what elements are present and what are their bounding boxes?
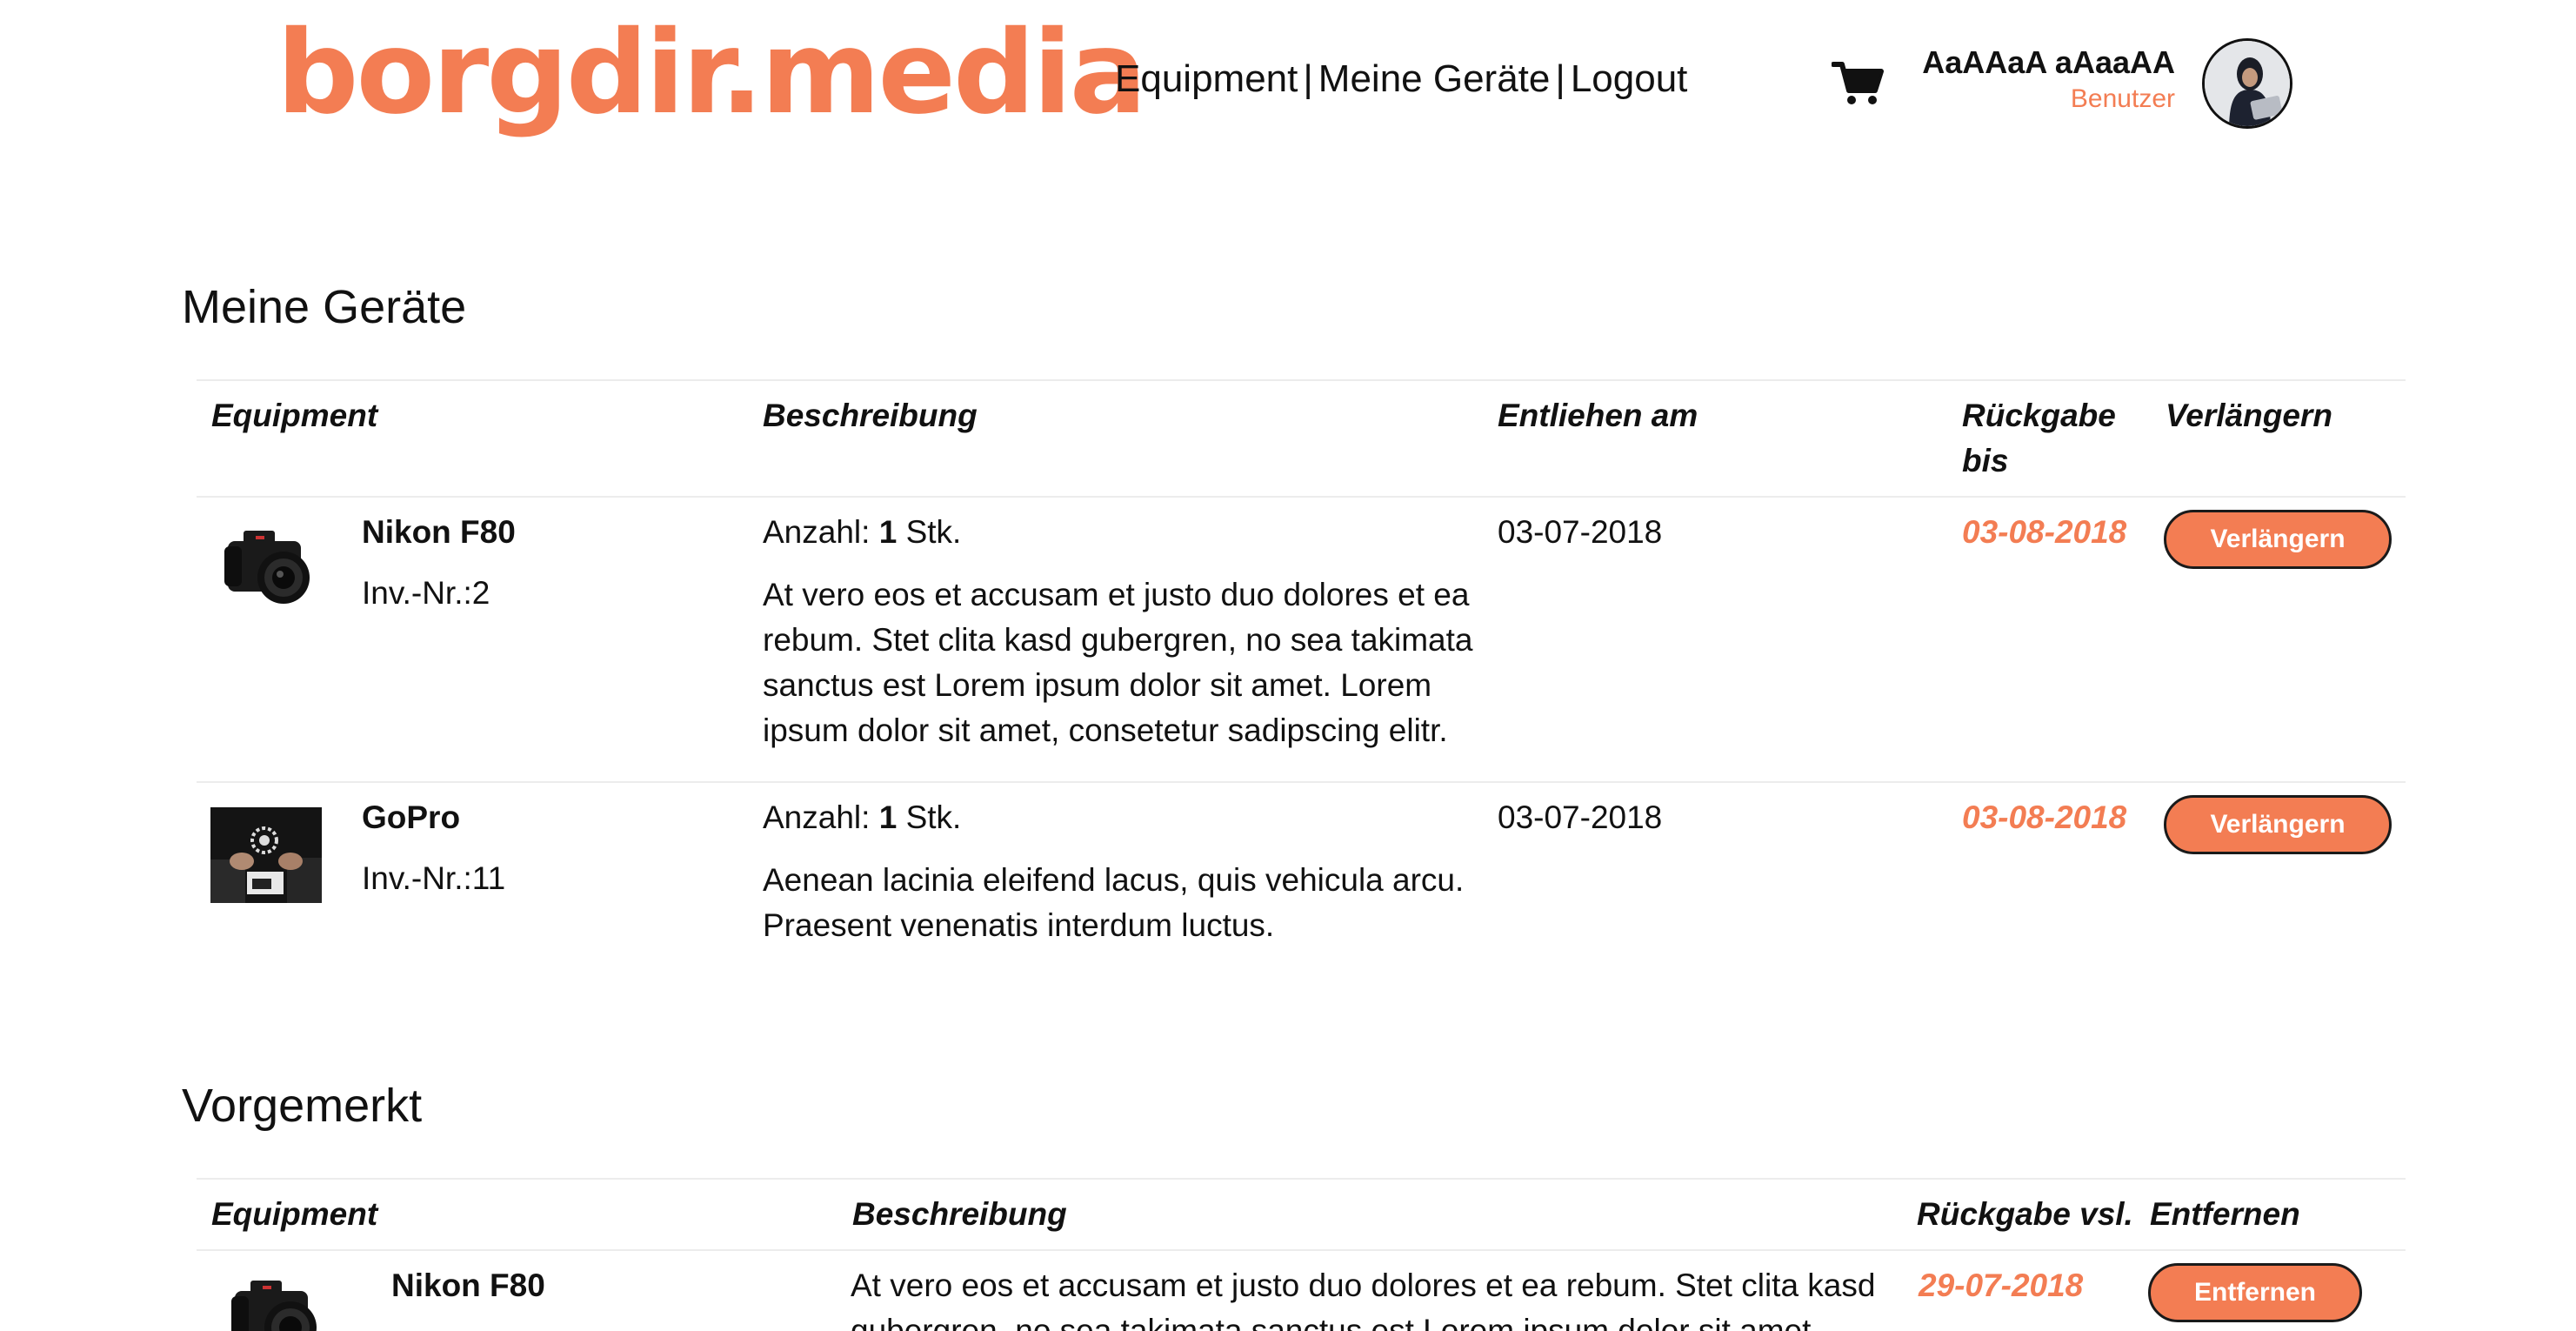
extend-button[interactable]: Verlängern bbox=[2164, 510, 2392, 569]
quantity-value: 1 bbox=[878, 514, 898, 550]
shopping-cart-icon[interactable] bbox=[1831, 61, 1884, 106]
description-line: ipsum dolor sit amet, consetetur sadipsc… bbox=[763, 712, 1448, 748]
quantity-label: Anzahl: bbox=[763, 514, 871, 550]
main-nav: Equipment | Meine Geräte | Logout bbox=[1115, 57, 1687, 101]
description-line: sanctus est Lorem ipsum dolor sit amet. … bbox=[763, 667, 1432, 703]
user-role: Benutzer bbox=[2070, 84, 2175, 113]
column-header-equipment: Equipment bbox=[211, 398, 378, 433]
equipment-image-nikon-camera bbox=[212, 520, 320, 618]
table-divider bbox=[197, 781, 2406, 783]
column-header-entfernen: Entfernen bbox=[2150, 1196, 2300, 1232]
remove-button[interactable]: Entfernen bbox=[2148, 1263, 2362, 1322]
table-divider bbox=[197, 379, 2406, 381]
nav-separator: | bbox=[1555, 57, 1565, 100]
equipment-name[interactable]: Nikon F80 bbox=[362, 510, 516, 555]
quantity-unit: Stk. bbox=[905, 799, 962, 835]
equipment-quantity: Anzahl: 1 Stk. bbox=[763, 510, 961, 555]
equipment-inventory-number: Inv.-Nr.:2 bbox=[362, 575, 491, 611]
equipment-description: At vero eos et accusam et justo duo dolo… bbox=[851, 1263, 1875, 1331]
column-header-beschreibung: Beschreibung bbox=[763, 398, 978, 433]
equipment-image-gopro bbox=[210, 807, 322, 903]
description-line: At vero eos et accusam et justo duo dolo… bbox=[763, 577, 1470, 612]
section-title-vorgemerkt: Vorgemerkt bbox=[182, 1080, 423, 1132]
return-date: 03-08-2018 bbox=[1962, 514, 2127, 550]
nav-link-meine-geraete[interactable]: Meine Geräte bbox=[1318, 57, 1551, 100]
equipment-description: At vero eos et accusam et justo duo dolo… bbox=[763, 572, 1473, 753]
borrowed-date: 03-07-2018 bbox=[1498, 514, 1663, 550]
table-divider bbox=[197, 1249, 2406, 1251]
section-title-meine-geraete: Meine Geräte bbox=[182, 281, 467, 333]
column-header-equipment: Equipment bbox=[211, 1196, 378, 1232]
table-divider bbox=[197, 1178, 2406, 1180]
column-header-entliehen-am: Entliehen am bbox=[1498, 398, 1698, 433]
expected-return-date: 29-07-2018 bbox=[1919, 1267, 2084, 1303]
description-line: At vero eos et accusam et justo duo dolo… bbox=[851, 1267, 1876, 1303]
quantity-label: Anzahl: bbox=[763, 799, 871, 835]
description-line: Aenean lacinia eleifend lacus, quis vehi… bbox=[763, 862, 1465, 898]
table-divider bbox=[197, 496, 2406, 498]
description-line: Praesent venenatis interdum luctus. bbox=[763, 907, 1275, 943]
equipment-quantity: Anzahl: 1 Stk. bbox=[763, 795, 961, 840]
column-header-rueckgabe-line1: Rückgabe bbox=[1962, 398, 2116, 433]
user-info: AaAAaA aAaaAA Benutzer bbox=[1922, 43, 2175, 117]
quantity-value: 1 bbox=[878, 799, 898, 835]
column-header-rueckgabe-bis: Rückgabe bis bbox=[1962, 393, 2116, 484]
description-line: rebum. Stet clita kasd gubergren, no sea… bbox=[763, 622, 1473, 658]
equipment-name[interactable]: GoPro bbox=[362, 795, 460, 840]
equipment-image-nikon-camera bbox=[212, 1270, 334, 1331]
avatar[interactable] bbox=[2202, 38, 2292, 129]
quantity-unit: Stk. bbox=[905, 514, 962, 550]
user-name: AaAAaA aAaaAA bbox=[1922, 44, 2175, 80]
nav-separator: | bbox=[1303, 57, 1313, 100]
nav-link-equipment[interactable]: Equipment bbox=[1115, 57, 1298, 100]
column-header-verlaengern: Verlängern bbox=[2166, 398, 2332, 433]
nav-link-logout[interactable]: Logout bbox=[1571, 57, 1688, 100]
column-header-rueckgabe-vsl: Rückgabe vsl. bbox=[1917, 1196, 2133, 1232]
column-header-rueckgabe-line2: bis bbox=[1962, 443, 2009, 478]
borrowed-date: 03-07-2018 bbox=[1498, 799, 1663, 835]
site-logo[interactable]: borgdir.media bbox=[277, 16, 1147, 130]
equipment-inventory-number: Inv.-Nr.:11 bbox=[362, 860, 506, 896]
column-header-beschreibung: Beschreibung bbox=[852, 1196, 1067, 1232]
return-date: 03-08-2018 bbox=[1962, 799, 2127, 835]
equipment-name[interactable]: Nikon F80 bbox=[391, 1263, 545, 1308]
equipment-description: Aenean lacinia eleifend lacus, quis vehi… bbox=[763, 858, 1464, 948]
description-line: gubergren, no sea takimata sanctus est L… bbox=[851, 1313, 1820, 1331]
extend-button[interactable]: Verlängern bbox=[2164, 795, 2392, 854]
